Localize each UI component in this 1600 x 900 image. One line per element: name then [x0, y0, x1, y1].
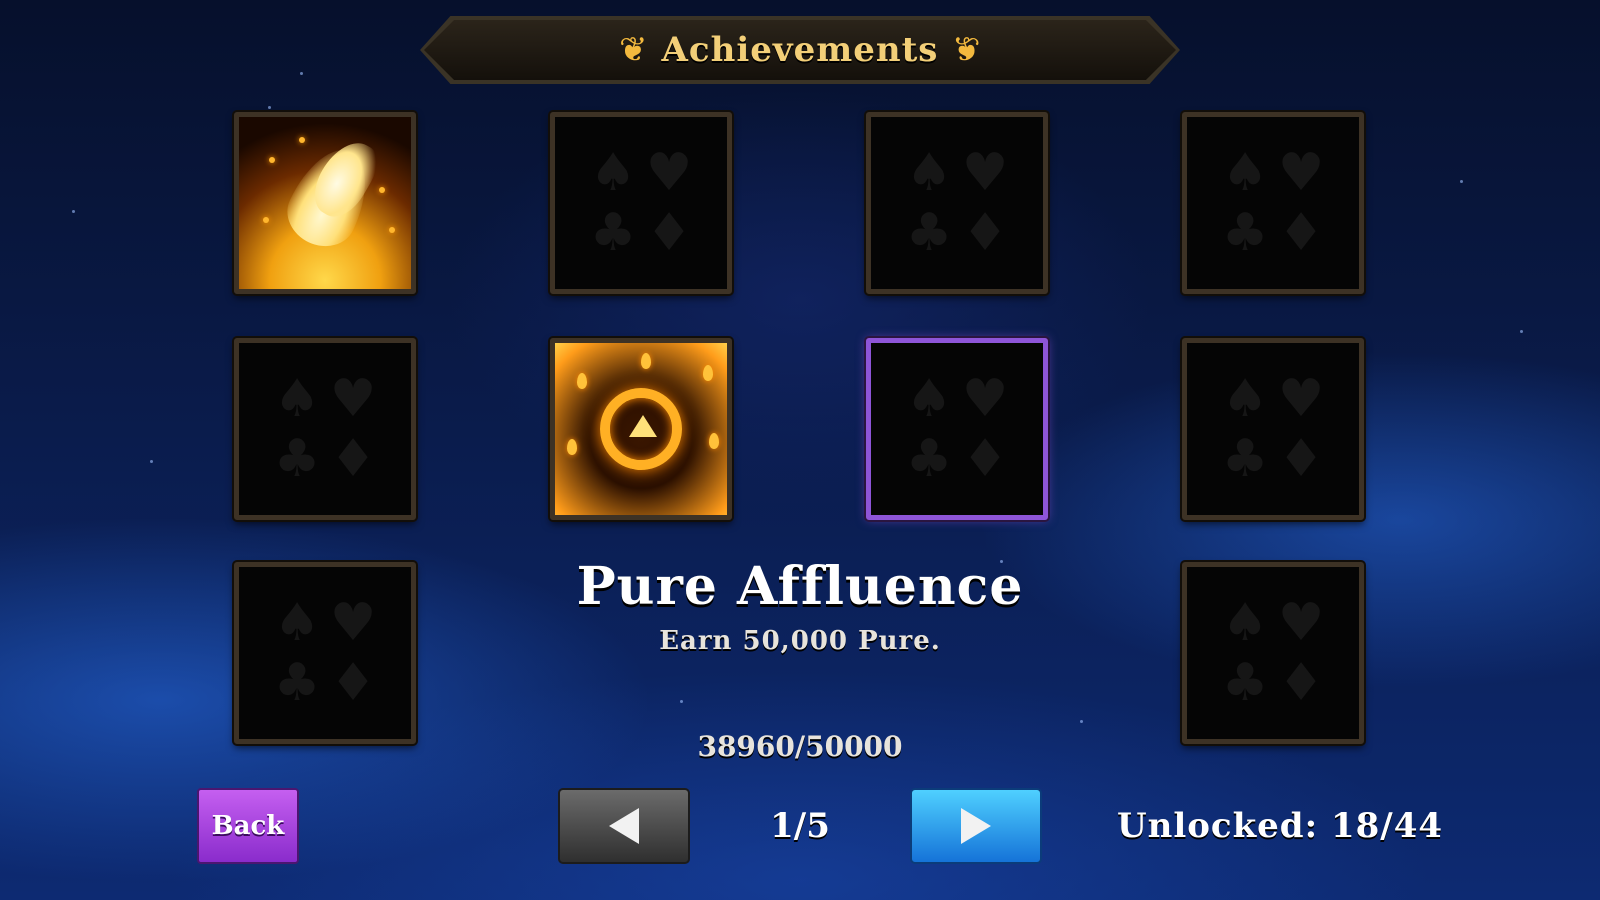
diamond-icon: ♦ — [645, 203, 693, 263]
heart-icon: ♥ — [329, 369, 377, 429]
card-suits-icon: ♠ ♥ ♣ ♦ — [901, 143, 1013, 263]
achievement-tile-locked[interactable]: ♠ ♥ ♣ ♦ — [550, 112, 732, 294]
club-icon: ♣ — [589, 203, 637, 263]
flame-drop — [709, 433, 719, 449]
achievement-tile-locked[interactable]: ♠ ♥ ♣ ♦ — [866, 112, 1048, 294]
achievement-tile-locked[interactable]: ♠ ♥ ♣ ♦ — [234, 338, 416, 520]
achievement-tile-locked[interactable]: ♠ ♥ ♣ ♦ — [1182, 112, 1364, 294]
club-icon: ♣ — [1221, 429, 1269, 489]
diamond-icon: ♦ — [1277, 653, 1325, 713]
card-suits-icon: ♠ ♥ ♣ ♦ — [1217, 143, 1329, 263]
diamond-icon: ♦ — [1277, 203, 1325, 263]
achievement-progress: 38960/50000 — [697, 730, 903, 763]
card-suits-icon: ♠ ♥ ♣ ♦ — [269, 369, 381, 489]
spade-icon: ♠ — [1221, 369, 1269, 429]
heart-icon: ♥ — [961, 369, 1009, 429]
club-icon: ♣ — [905, 203, 953, 263]
flame-drop — [567, 439, 577, 455]
card-suits-icon: ♠ ♥ ♣ ♦ — [901, 369, 1013, 489]
diamond-icon: ♦ — [329, 653, 377, 713]
flame-drop — [703, 365, 713, 381]
spark — [269, 157, 275, 163]
left-flourish-icon: ❦ — [619, 30, 648, 70]
spark — [299, 137, 305, 143]
arrow-left-icon — [609, 808, 639, 844]
achievement-tile[interactable] — [234, 112, 416, 294]
club-icon: ♣ — [273, 653, 321, 713]
spade-icon: ♠ — [589, 143, 637, 203]
achievement-description: Earn 50,000 Pure. — [659, 626, 941, 656]
flame-drop — [641, 353, 651, 369]
club-icon: ♣ — [905, 429, 953, 489]
card-suits-icon: ♠ ♥ ♣ ♦ — [585, 143, 697, 263]
club-icon: ♣ — [1221, 653, 1269, 713]
previous-page-button[interactable] — [558, 788, 690, 864]
heart-icon: ♥ — [645, 143, 693, 203]
spade-icon: ♠ — [1221, 143, 1269, 203]
unlocked-count: Unlocked: 18/44 — [1116, 806, 1444, 846]
spark — [389, 227, 395, 233]
achievement-name: Pure Affluence — [576, 556, 1024, 617]
page-indicator: 1/5 — [770, 806, 830, 846]
page-title: Achievements — [661, 30, 939, 70]
card-suits-icon: ♠ ♥ ♣ ♦ — [1217, 369, 1329, 489]
diamond-icon: ♦ — [1277, 429, 1325, 489]
arrow-right-icon — [961, 808, 991, 844]
next-page-button[interactable] — [910, 788, 1042, 864]
club-icon: ♣ — [273, 429, 321, 489]
diamond-icon: ♦ — [961, 429, 1009, 489]
spade-icon: ♠ — [273, 369, 321, 429]
achievement-tile-locked[interactable]: ♠ ♥ ♣ ♦ — [1182, 338, 1364, 520]
diamond-icon: ♦ — [961, 203, 1009, 263]
right-flourish-icon: ❦ — [952, 30, 981, 70]
diamond-icon: ♦ — [329, 429, 377, 489]
achievement-tile[interactable] — [550, 338, 732, 520]
club-icon: ♣ — [1221, 203, 1269, 263]
achievement-tile-selected[interactable]: ♠ ♥ ♣ ♦ — [866, 338, 1048, 520]
heart-icon: ♥ — [961, 143, 1009, 203]
spade-icon: ♠ — [905, 369, 953, 429]
triangle-emblem — [629, 415, 657, 437]
spade-icon: ♠ — [905, 143, 953, 203]
heart-icon: ♥ — [1277, 369, 1325, 429]
heart-icon: ♥ — [1277, 143, 1325, 203]
flame-drop — [577, 373, 587, 389]
title-banner: ❦ Achievements ❦ — [424, 20, 1176, 80]
spark — [263, 217, 269, 223]
spark — [379, 187, 385, 193]
back-button[interactable]: Back — [197, 788, 299, 864]
